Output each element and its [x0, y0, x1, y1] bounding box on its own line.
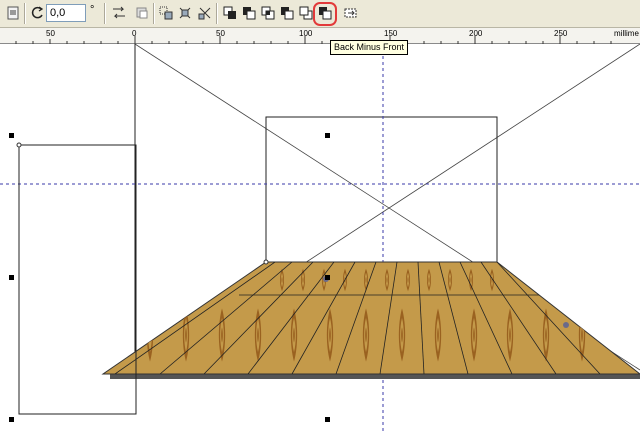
separator: [216, 3, 218, 24]
tooltip: Back Minus Front: [330, 40, 409, 55]
highlight-ring: [313, 2, 337, 26]
separator: [24, 3, 26, 24]
intersect-icon[interactable]: [259, 4, 277, 22]
weld-icon[interactable]: [221, 4, 239, 22]
break-apart-icon[interactable]: [176, 4, 194, 22]
ruler-ticks: [15, 36, 612, 44]
combine-icon[interactable]: [157, 4, 175, 22]
mirror-horizontal-icon[interactable]: [110, 4, 128, 22]
ruler-label: 200: [469, 29, 483, 38]
ruler-label: 100: [299, 29, 313, 38]
ruler-label: 150: [384, 29, 398, 38]
drawing-artwork: [0, 43, 640, 431]
ruler-label: 50: [216, 29, 225, 38]
drawing-canvas[interactable]: [0, 43, 640, 431]
property-toolbar: 0,0 °: [0, 0, 640, 28]
create-boundary-icon[interactable]: [342, 4, 360, 22]
ruler-label: 250: [554, 29, 568, 38]
trim-icon[interactable]: [240, 4, 258, 22]
rotation-angle-input[interactable]: 0,0: [46, 4, 86, 22]
ungroup-icon[interactable]: [196, 4, 214, 22]
ruler-label: 0: [132, 29, 137, 38]
mirror-vertical-icon[interactable]: [133, 4, 151, 22]
ruler-unit-label: millime: [614, 29, 639, 38]
horizontal-ruler[interactable]: 50 0 50 100 150 200 250 millime: [0, 28, 640, 44]
separator: [153, 3, 155, 24]
separator: [104, 3, 106, 24]
rotate-icon[interactable]: [29, 4, 47, 22]
degree-unit: °: [90, 4, 95, 16]
ruler-label: 50: [46, 29, 55, 38]
simplify-icon[interactable]: [278, 4, 296, 22]
lock-ratio-icon[interactable]: [4, 4, 22, 22]
